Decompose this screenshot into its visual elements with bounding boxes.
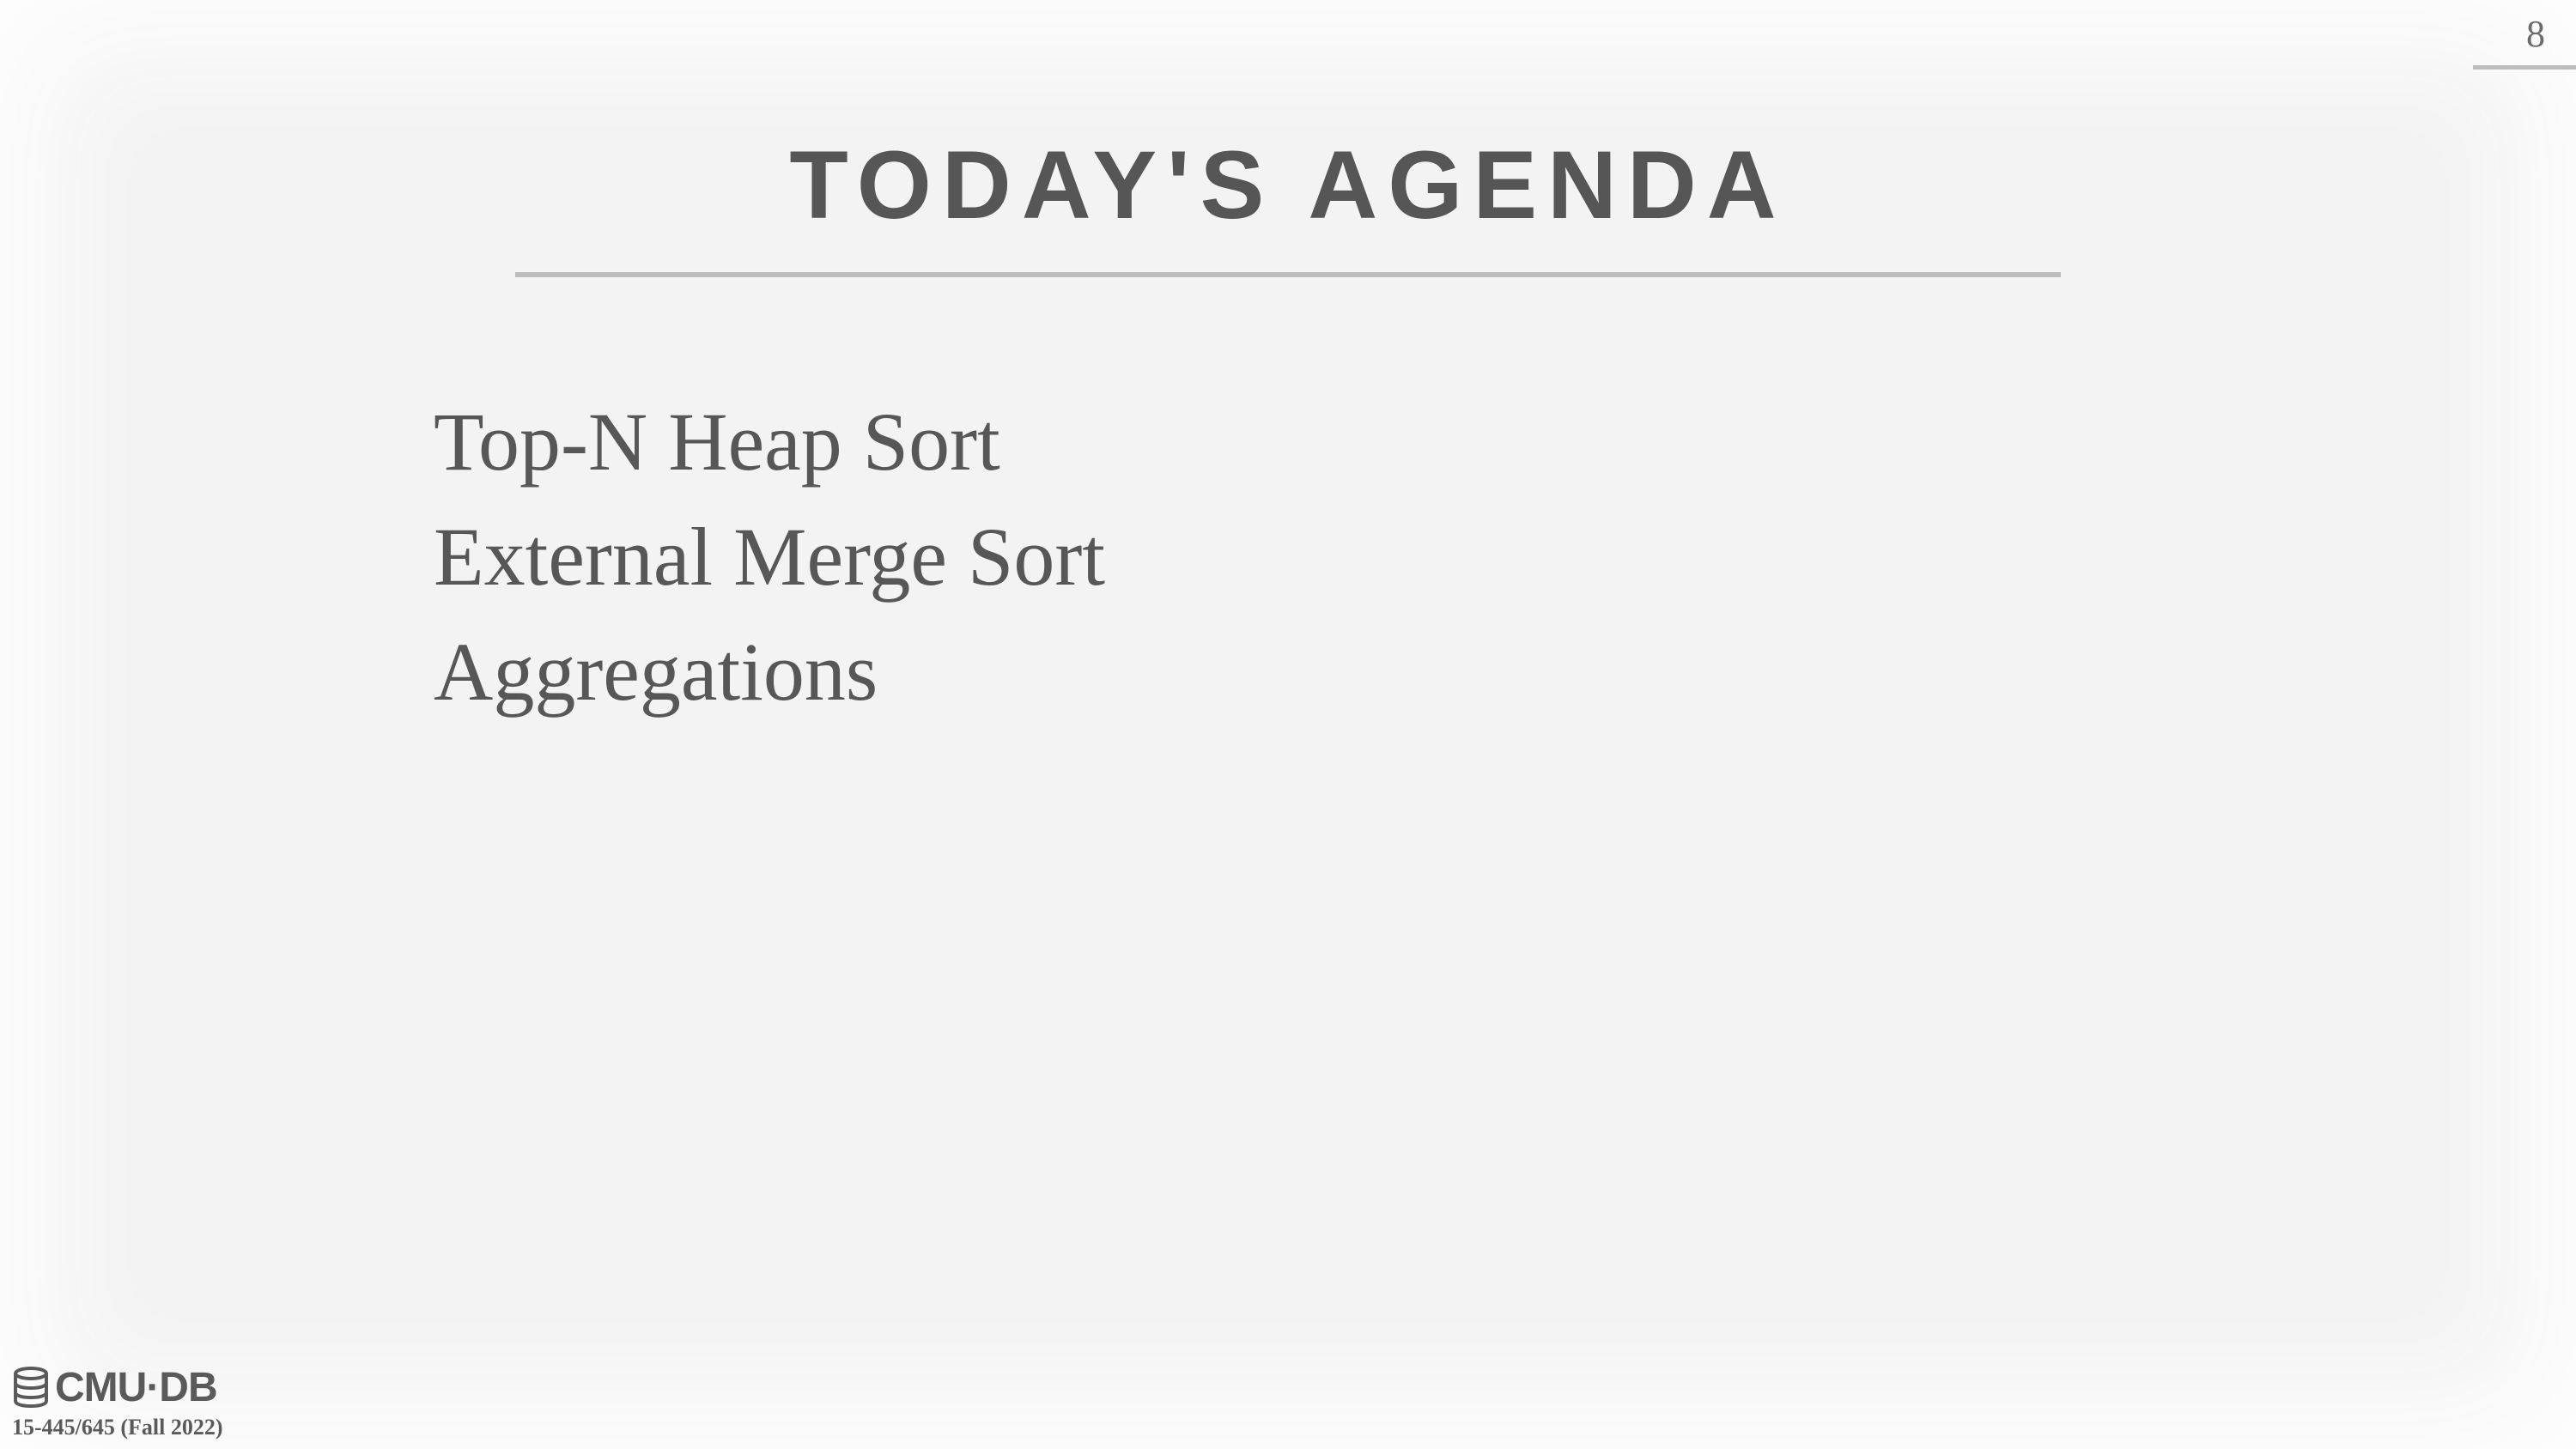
logo-text: CMU·DB: [55, 1364, 218, 1410]
page-number-rule: [2473, 65, 2576, 70]
page-number: 8: [2526, 13, 2545, 55]
agenda-item: Top-N Heap Sort: [434, 396, 1000, 488]
agenda-item: Aggregations: [434, 626, 878, 718]
course-code: 15-445/645 (Fall 2022): [12, 1415, 223, 1440]
agenda-item: External Merge Sort: [434, 511, 1106, 603]
title-divider: [515, 272, 2061, 277]
slide: 8 TODAY'S AGENDA Top-N Heap Sort Externa…: [0, 0, 2576, 1449]
agenda-list: Top-N Heap Sort External Merge Sort Aggr…: [434, 385, 1105, 730]
slide-title: TODAY'S AGENDA: [789, 131, 1787, 239]
cmu-db-logo: CMU·DB: [12, 1363, 218, 1411]
database-icon: [14, 1367, 48, 1408]
